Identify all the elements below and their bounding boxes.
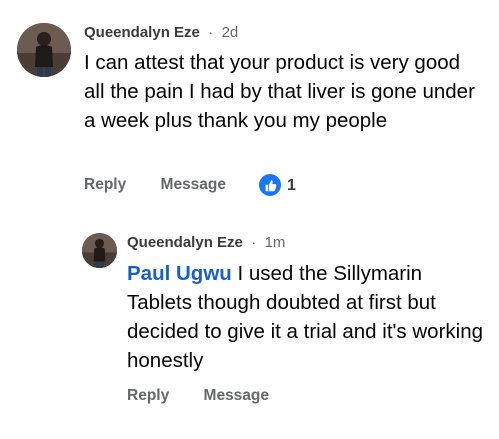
thumbs-up-icon <box>265 179 276 191</box>
reply-author-name[interactable]: Queendalyn Eze <box>127 234 243 251</box>
mention-link[interactable]: Paul Ugwu <box>127 262 232 285</box>
reply-avatar[interactable] <box>82 233 117 268</box>
message-button[interactable]: Message <box>161 176 226 193</box>
reply-text: Paul Ugwu I used the Sillymarin Tablets … <box>127 259 487 375</box>
reply-comment: Queendalyn Eze · 1m Paul Ugwu I used the… <box>0 215 499 439</box>
timestamp[interactable]: 2d <box>222 24 239 41</box>
comment-actions: Reply Message <box>84 176 226 194</box>
reply-actions: Reply Message <box>127 387 269 405</box>
message-button[interactable]: Message <box>204 387 269 404</box>
separator: · <box>247 234 261 251</box>
like-count: 1 <box>287 177 296 194</box>
like-reaction-badge[interactable] <box>259 174 281 196</box>
reply-button[interactable]: Reply <box>127 387 169 404</box>
comment: Queendalyn Eze · 2d I can attest that yo… <box>0 0 499 210</box>
reply-timestamp[interactable]: 1m <box>265 234 286 251</box>
avatar-photo-icon <box>82 233 117 268</box>
author-name[interactable]: Queendalyn Eze <box>84 24 200 41</box>
comment-text: I can attest that your product is very g… <box>84 51 475 132</box>
reply-header: Queendalyn Eze · 1m <box>127 234 285 251</box>
reply-button[interactable]: Reply <box>84 176 126 193</box>
comment-header: Queendalyn Eze · 2d <box>84 24 238 41</box>
separator: · <box>204 24 218 41</box>
avatar[interactable] <box>17 23 71 77</box>
avatar-photo-icon <box>17 23 71 77</box>
